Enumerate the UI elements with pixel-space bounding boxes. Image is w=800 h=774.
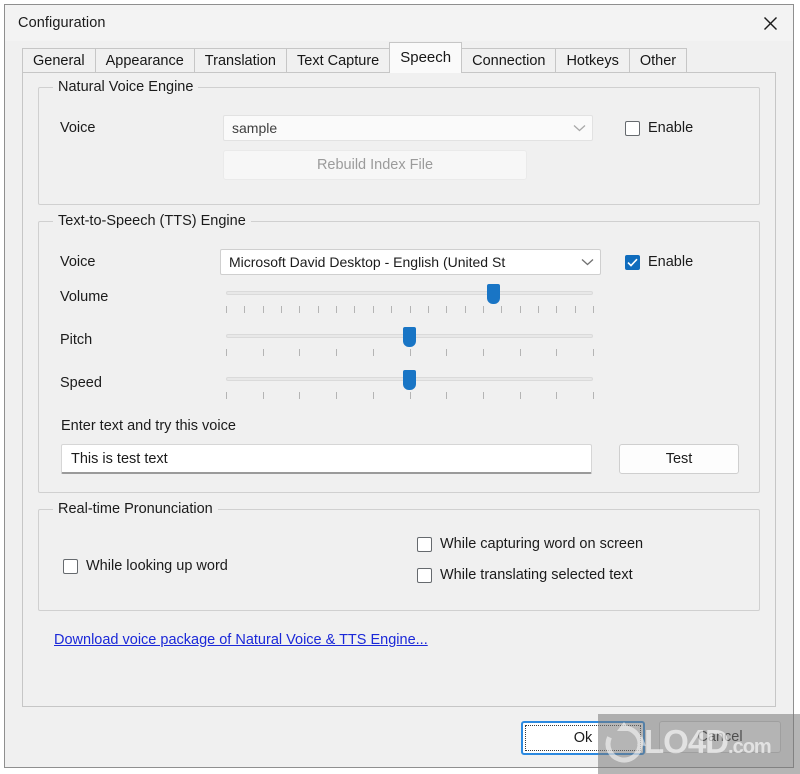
chevron-down-icon [570,119,588,137]
checkbox-box [625,254,640,270]
natural-voice-enable-label: Enable [648,120,694,136]
slider-ticks [226,306,594,313]
tab-translation[interactable]: Translation [193,48,287,73]
tab-strip: General Appearance Translation Text Capt… [5,41,793,73]
try-voice-label: Enter text and try this voice [61,418,236,434]
speed-label: Speed [60,375,102,391]
cancel-button[interactable]: Cancel [659,721,781,753]
natural-voice-combo-value: sample [232,120,278,136]
natural-voice-label: Voice [60,120,96,136]
speech-tab-page: Natural Voice Engine Voice sample Rebuil… [22,72,776,707]
natural-voice-combo[interactable]: sample [223,115,593,141]
tab-appearance[interactable]: Appearance [94,48,195,73]
test-text-value: This is test text [71,450,168,467]
checkbox-while-looking-up-word[interactable]: While looking up word [63,558,228,574]
tab-hotkeys[interactable]: Hotkeys [555,48,630,73]
pitch-label: Pitch [60,332,93,348]
slider-thumb[interactable] [487,284,501,304]
natural-voice-engine-group: Natural Voice Engine Voice sample Rebuil… [38,79,760,205]
volume-label: Volume [60,289,109,305]
realtime-pronunciation-legend: Real-time Pronunciation [53,501,218,517]
slider-thumb[interactable] [403,370,416,390]
tts-voice-combo-value: Microsoft David Desktop - English (Unite… [229,254,506,270]
tab-general[interactable]: General [22,48,96,73]
tts-voice-label: Voice [60,254,96,270]
ok-button[interactable]: Ok [521,721,645,755]
window-title: Configuration [18,15,106,31]
realtime-pronunciation-group: Real-time Pronunciation While looking up… [38,501,760,611]
checkbox-while-translating-selected-text[interactable]: While translating selected text [417,567,633,583]
volume-slider[interactable] [226,282,594,313]
tab-other[interactable]: Other [628,48,688,73]
tab-connection[interactable]: Connection [461,48,557,73]
tts-engine-legend: Text-to-Speech (TTS) Engine [53,213,251,229]
checkbox-label: While capturing word on screen [440,536,644,552]
dialog-footer: Ok Cancel [5,707,793,767]
natural-voice-enable-checkbox[interactable]: Enable [625,120,693,136]
checkbox-label: While looking up word [86,558,228,574]
configuration-dialog: Configuration General Appearance Transla… [4,4,794,768]
test-button-label: Test [665,451,693,467]
natural-voice-engine-legend: Natural Voice Engine [53,79,199,95]
tts-enable-label: Enable [648,254,694,270]
tab-text-capture[interactable]: Text Capture [286,48,391,73]
slider-ticks [226,392,594,399]
tts-engine-group: Text-to-Speech (TTS) Engine Voice Micros… [38,213,760,493]
title-bar: Configuration [5,5,793,41]
checkbox-box [417,536,432,552]
ok-button-label: Ok [525,725,641,751]
cancel-button-label: Cancel [697,729,743,745]
pitch-slider[interactable] [226,325,594,356]
slider-track [226,291,593,295]
download-voice-package-link[interactable]: Download voice package of Natural Voice … [54,632,428,648]
checkbox-box [63,558,78,574]
test-button[interactable]: Test [619,444,739,474]
rebuild-index-file-button[interactable]: Rebuild Index File [223,150,527,180]
tts-voice-combo[interactable]: Microsoft David Desktop - English (Unite… [220,249,601,275]
tab-speech[interactable]: Speech [389,42,463,73]
test-text-input[interactable]: This is test text [61,444,592,474]
slider-ticks [226,349,594,356]
close-icon[interactable] [747,5,793,41]
checkbox-box [417,567,432,583]
checkbox-while-capturing-word-on-screen[interactable]: While capturing word on screen [417,536,643,552]
slider-thumb[interactable] [403,327,416,347]
checkbox-box [625,120,640,136]
speed-slider[interactable] [226,368,594,399]
tts-enable-checkbox[interactable]: Enable [625,254,693,270]
rebuild-index-file-label: Rebuild Index File [316,157,434,173]
checkbox-label: While translating selected text [440,567,633,583]
chevron-down-icon [578,253,596,271]
